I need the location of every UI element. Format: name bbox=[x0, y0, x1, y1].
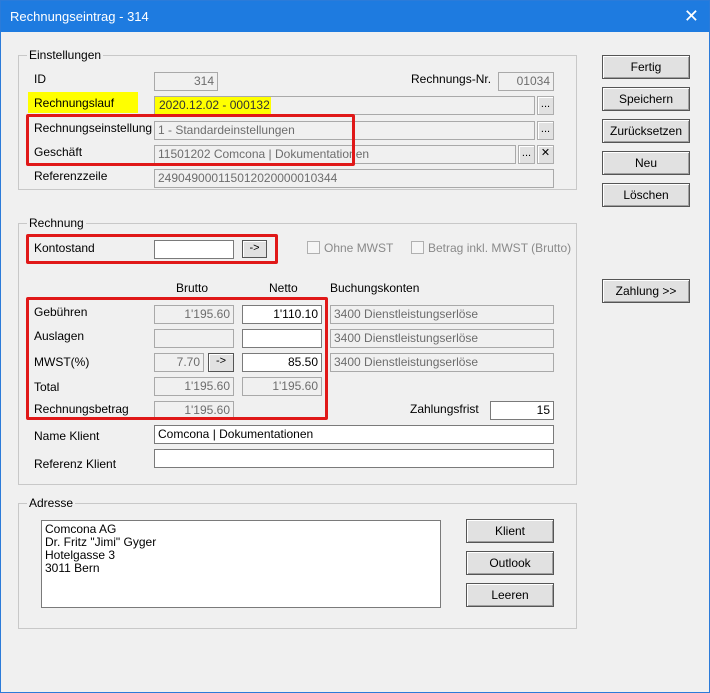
geschaeft-browse-button[interactable]: ... bbox=[518, 145, 535, 164]
rechnungseinstellung-browse-button[interactable]: ... bbox=[537, 121, 554, 140]
rechnungsnr-field: 01034 bbox=[498, 72, 554, 91]
loeschen-button[interactable]: Löschen bbox=[602, 183, 690, 207]
rechnungslauf-browse-button[interactable]: ... bbox=[537, 96, 554, 115]
gebuehren-konto-field[interactable]: 3400 Dienstleistungserlöse bbox=[330, 305, 554, 324]
name-klient-input[interactable]: Comcona | Dokumentationen bbox=[154, 425, 554, 444]
einstellungen-legend: Einstellungen bbox=[27, 48, 104, 62]
zuruecksetzen-button[interactable]: Zurücksetzen bbox=[602, 119, 690, 143]
close-icon[interactable]: ✕ bbox=[684, 5, 699, 27]
fertig-button[interactable]: Fertig bbox=[602, 55, 690, 79]
neu-button[interactable]: Neu bbox=[602, 151, 690, 175]
referenzzeile-field: 249049000115012020000010344 bbox=[154, 169, 554, 188]
annotation-box-einstellung bbox=[26, 114, 355, 166]
zahlungsfrist-input[interactable]: 15 bbox=[490, 401, 554, 420]
klient-button[interactable]: Klient bbox=[466, 519, 554, 543]
adresse-legend: Adresse bbox=[27, 496, 76, 510]
speichern-button[interactable]: Speichern bbox=[602, 87, 690, 111]
ohne-mwst-checkbox[interactable] bbox=[307, 241, 320, 254]
rechnungslauf-label: Rechnungslauf bbox=[34, 96, 115, 110]
rechnungslauf-value: 2020.12.02 - 000132 bbox=[159, 98, 270, 112]
column-header-brutto: Brutto bbox=[176, 281, 209, 295]
annotation-box-betraege bbox=[26, 297, 328, 420]
address-line: 3011 Bern bbox=[45, 561, 100, 575]
id-label: ID bbox=[34, 72, 46, 86]
zahlung-button[interactable]: Zahlung >> bbox=[602, 279, 690, 303]
name-klient-label: Name Klient bbox=[34, 429, 100, 443]
auslagen-konto-field[interactable]: 3400 Dienstleistungserlöse bbox=[330, 329, 554, 348]
mwst-konto-field[interactable]: 3400 Dienstleistungserlöse bbox=[330, 353, 554, 372]
title-bar: Rechnungseintrag - 314 ✕ bbox=[1, 1, 709, 32]
referenzzeile-label: Referenzzeile bbox=[34, 169, 108, 183]
dialog-window: Rechnungseintrag - 314 ✕ Einstellungen I… bbox=[0, 0, 710, 693]
geschaeft-clear-button[interactable]: ✕ bbox=[537, 145, 554, 164]
rechnung-legend: Rechnung bbox=[27, 216, 86, 230]
referenz-klient-input[interactable] bbox=[154, 449, 554, 468]
leeren-button[interactable]: Leeren bbox=[466, 583, 554, 607]
id-field: 314 bbox=[154, 72, 218, 91]
column-header-netto: Netto bbox=[269, 281, 298, 295]
zahlungsfrist-label: Zahlungsfrist bbox=[410, 402, 479, 416]
rechnungsnr-label: Rechnungs-Nr. bbox=[411, 72, 492, 86]
outlook-button[interactable]: Outlook bbox=[466, 551, 554, 575]
betrag-inkl-label: Betrag inkl. MWST (Brutto) bbox=[428, 241, 572, 255]
ohne-mwst-label: Ohne MWST bbox=[324, 241, 394, 255]
column-header-buchungskonten: Buchungskonten bbox=[330, 281, 420, 295]
address-textarea[interactable]: Comcona AG Dr. Fritz "Jimi" Gyger Hotelg… bbox=[41, 520, 441, 608]
betrag-inkl-checkbox[interactable] bbox=[411, 241, 424, 254]
referenz-klient-label: Referenz Klient bbox=[34, 457, 117, 471]
window-title: Rechnungseintrag - 314 bbox=[10, 9, 149, 24]
address-line: Hotelgasse 3 bbox=[45, 548, 116, 562]
annotation-box-kontostand bbox=[26, 234, 278, 264]
